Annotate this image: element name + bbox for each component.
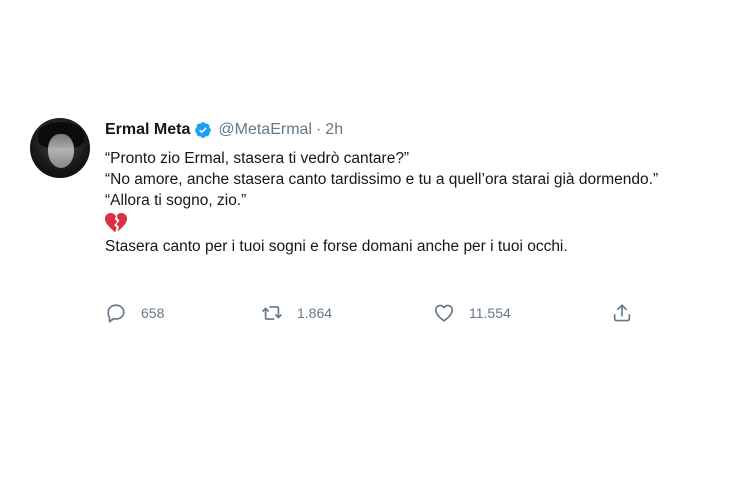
tweet-closing-line: Stasera canto per i tuoi sogni e forse d…	[105, 238, 568, 255]
retweet-icon	[262, 306, 282, 320]
tweet-card[interactable]: Ermal Meta @MetaErmal · 2h “Pronto zio E…	[28, 112, 718, 338]
tweet-actions: 658 1.864 11.554	[105, 302, 665, 326]
heart-icon	[434, 304, 454, 322]
reply-button[interactable]: 658	[105, 302, 164, 324]
avatar[interactable]	[30, 118, 90, 178]
broken-heart-icon	[105, 213, 127, 233]
verified-badge-icon	[195, 122, 212, 138]
tweet-line-1: “Pronto zio Ermal, stasera ti vedrò cant…	[105, 150, 410, 167]
share-icon	[613, 304, 631, 322]
tweet-line-2: “No amore, anche stasera canto tardissim…	[105, 171, 659, 188]
reply-count: 658	[141, 305, 165, 321]
like-count: 11.554	[469, 305, 511, 321]
like-button[interactable]: 11.554	[433, 302, 511, 324]
tweet-line-3: “Allora ti sogno, zio.”	[105, 192, 247, 209]
handle[interactable]: @MetaErmal	[218, 120, 312, 140]
tweet-text: “Pronto zio Ermal, stasera ti vedrò cant…	[105, 148, 705, 257]
author-name[interactable]: Ermal Meta	[105, 120, 190, 140]
meta-separator: ·	[315, 121, 322, 138]
timestamp[interactable]: 2h	[325, 120, 343, 140]
avatar-face	[48, 134, 74, 168]
tweet-header: Ermal Meta @MetaErmal · 2h	[105, 120, 343, 140]
retweet-count: 1.864	[297, 305, 333, 321]
reply-icon	[107, 304, 125, 323]
retweet-button[interactable]: 1.864	[261, 302, 332, 324]
share-button[interactable]	[611, 302, 633, 324]
